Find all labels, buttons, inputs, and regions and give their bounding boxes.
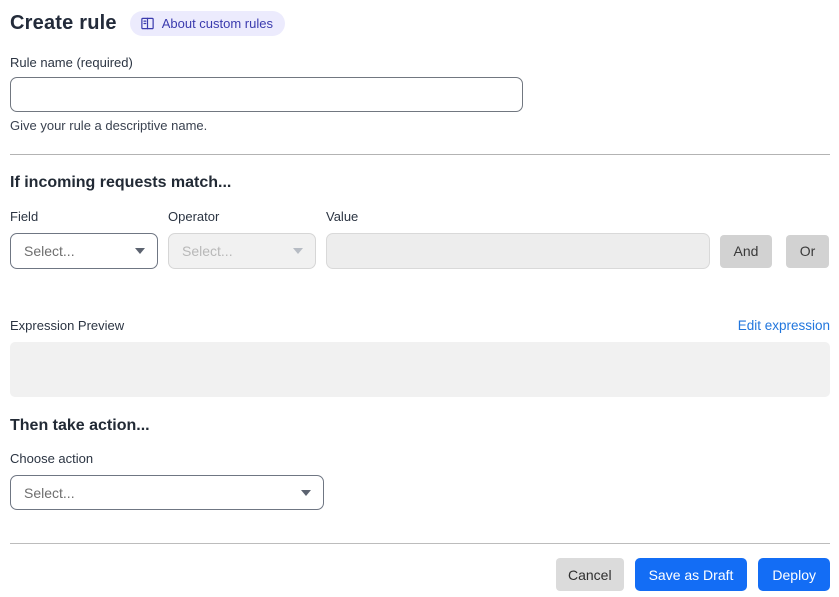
footer-divider <box>10 543 830 544</box>
value-input <box>326 233 710 269</box>
or-button[interactable]: Or <box>786 234 829 268</box>
match-section-heading: If incoming requests match... <box>10 174 232 191</box>
operator-select-value: Select... <box>182 243 233 259</box>
deploy-button[interactable]: Deploy <box>758 558 830 591</box>
cancel-button[interactable]: Cancel <box>555 558 624 591</box>
rule-name-input[interactable] <box>10 77 523 112</box>
caret-down-icon <box>293 248 303 254</box>
action-select[interactable]: Select... <box>10 475 324 510</box>
expression-preview-row: Expression Preview Edit expression <box>10 318 830 333</box>
save-as-draft-button[interactable]: Save as Draft <box>634 558 748 591</box>
about-custom-rules-link[interactable]: About custom rules <box>129 11 285 36</box>
book-icon <box>140 16 155 31</box>
field-label: Field <box>10 209 39 224</box>
page-title: Create rule <box>10 12 117 34</box>
caret-down-icon <box>135 248 145 254</box>
page-header: Create rule About custom rules <box>10 11 830 36</box>
match-controls-row: Select... Select... And Or <box>10 233 830 269</box>
match-column-labels: Field Operator Value <box>10 209 830 224</box>
footer-actions: Cancel Save as Draft Deploy <box>10 558 830 591</box>
value-label: Value <box>326 209 359 224</box>
section-divider <box>10 154 830 155</box>
about-custom-rules-label: About custom rules <box>161 16 273 31</box>
rule-name-label: Rule name (required) <box>10 55 133 70</box>
operator-select: Select... <box>168 233 316 269</box>
field-select-value: Select... <box>24 243 75 259</box>
and-button[interactable]: And <box>720 234 772 268</box>
expression-preview-box <box>10 342 830 397</box>
operator-label: Operator <box>168 209 220 224</box>
choose-action-label: Choose action <box>10 451 94 466</box>
caret-down-icon <box>301 489 311 496</box>
create-rule-page: Create rule About custom rules Rule name… <box>0 0 839 597</box>
edit-expression-link[interactable]: Edit expression <box>738 318 830 333</box>
field-select[interactable]: Select... <box>10 233 158 269</box>
expression-preview-label: Expression Preview <box>10 318 125 333</box>
action-section-heading: Then take action... <box>10 417 150 434</box>
rule-name-helper: Give your rule a descriptive name. <box>10 118 208 133</box>
action-select-value: Select... <box>24 484 75 501</box>
